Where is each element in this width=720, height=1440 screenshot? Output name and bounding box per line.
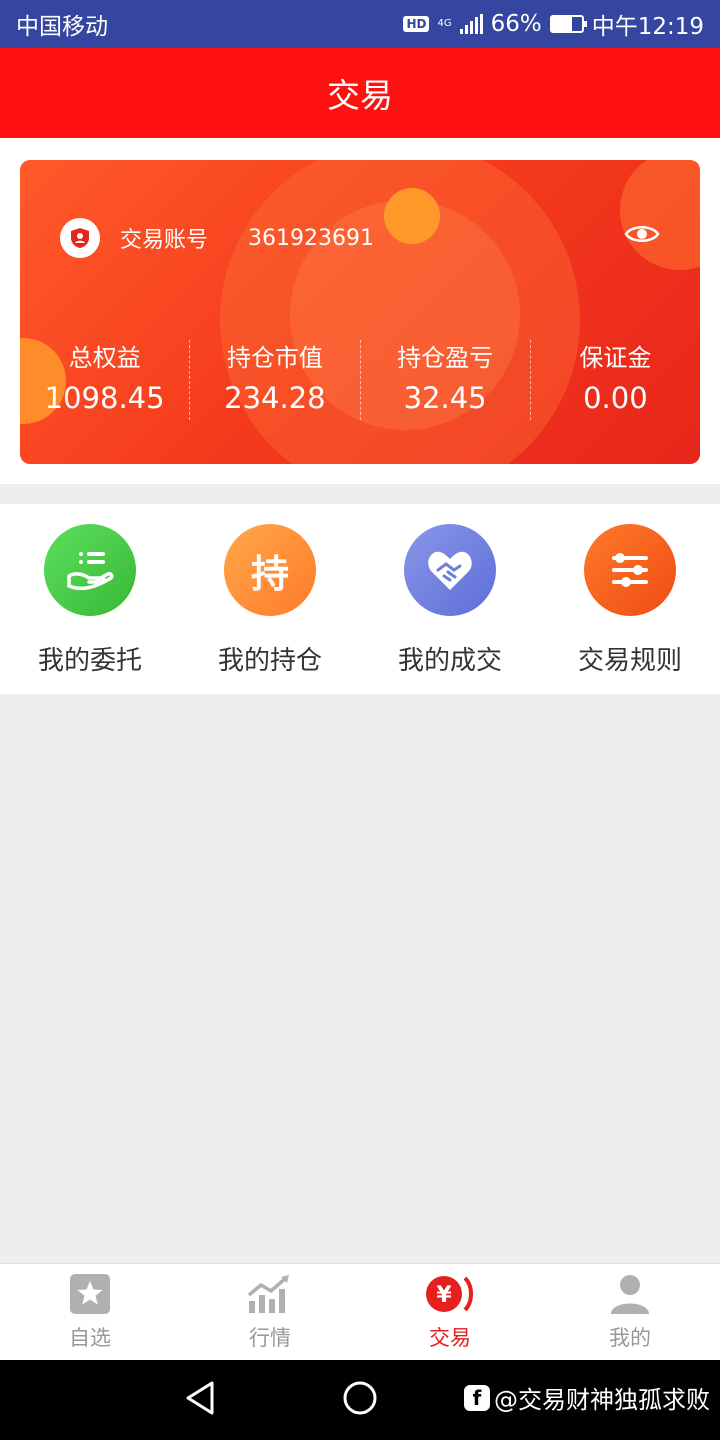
watermark-text: @交易财神独孤求败 [494, 1386, 710, 1414]
account-label: 交易账号 [120, 228, 209, 253]
account-section: 交易账号 361923691 总权益 1098.45 持仓市值 234.28 持… [0, 138, 720, 484]
star-icon [69, 1272, 111, 1316]
stat-label: 保证金 [579, 344, 652, 372]
status-icons: HD 4G 66% 中午12:19 [403, 7, 704, 41]
shortcut-my-positions[interactable]: 持 我的持仓 [180, 504, 360, 694]
stat-total-equity: 总权益 1098.45 [20, 340, 189, 420]
tab-watchlist[interactable]: 自选 [0, 1264, 180, 1360]
shortcut-grid: 我的委托 持 我的持仓 我的成交 交易规则 [0, 504, 720, 694]
title-bar: 交易 [0, 48, 720, 138]
status-bar: 中国移动 HD 4G 66% 中午12:19 [0, 0, 720, 48]
stat-value: 32.45 [403, 381, 487, 415]
back-icon[interactable] [184, 1380, 216, 1420]
shortcut-trading-rules[interactable]: 交易规则 [540, 504, 720, 694]
battery-icon [549, 15, 587, 33]
clock: 中午12:19 [591, 14, 704, 40]
tab-market[interactable]: 行情 [180, 1264, 360, 1360]
shortcut-label: 我的委托 [37, 646, 142, 676]
account-row: 交易账号 361923691 [60, 218, 374, 258]
hd-icon: HD [403, 16, 430, 32]
stat-margin: 保证金 0.00 [529, 340, 700, 420]
shortcut-label: 交易规则 [577, 646, 682, 676]
battery-percent: 66% [490, 11, 542, 37]
stat-label: 持仓盈亏 [397, 344, 494, 372]
stat-label: 总权益 [68, 344, 141, 372]
stat-position-pnl: 持仓盈亏 32.45 [359, 340, 530, 420]
hand-list-icon [44, 524, 136, 616]
carrier-label: 中国移动 [16, 14, 108, 40]
home-icon[interactable] [342, 1380, 378, 1420]
watermark: f @交易财神独孤求败 [464, 1380, 710, 1415]
stat-position-value: 持仓市值 234.28 [189, 340, 359, 420]
hold-char-icon: 持 [224, 524, 316, 616]
stat-value: 234.28 [224, 381, 326, 415]
tab-label: 交易 [429, 1326, 471, 1350]
account-card: 交易账号 361923691 总权益 1098.45 持仓市值 234.28 持… [20, 160, 700, 464]
signal-icon [459, 14, 483, 34]
user-icon [610, 1272, 650, 1316]
account-stats: 总权益 1098.45 持仓市值 234.28 持仓盈亏 32.45 保证金 0… [20, 340, 700, 420]
sliders-icon [584, 524, 676, 616]
page-title: 交易 [327, 76, 393, 115]
chart-trend-icon [247, 1272, 293, 1316]
card-decoration-circle [620, 160, 700, 270]
tab-label: 自选 [69, 1326, 111, 1350]
tab-trade[interactable]: ¥ 交易 [360, 1264, 540, 1360]
tab-mine[interactable]: 我的 [540, 1264, 720, 1360]
shortcut-label: 我的持仓 [217, 646, 322, 676]
handshake-heart-icon [404, 524, 496, 616]
shortcut-my-orders[interactable]: 我的委托 [0, 504, 180, 694]
shield-user-icon [60, 218, 100, 258]
account-number: 361923691 [248, 225, 374, 251]
card-decoration-circle [384, 188, 440, 244]
tab-label: 行情 [249, 1326, 291, 1350]
hold-char: 持 [250, 551, 289, 596]
system-nav-bar: f @交易财神独孤求败 [0, 1360, 720, 1440]
watermark-logo: f [464, 1384, 490, 1411]
stat-value: 1098.45 [44, 381, 165, 415]
shortcut-my-trades[interactable]: 我的成交 [360, 504, 540, 694]
stat-label: 持仓市值 [226, 344, 323, 372]
svg-text:¥: ¥ [436, 1283, 452, 1308]
eye-icon[interactable] [624, 222, 660, 250]
network-type-label: 4G [437, 18, 452, 29]
tab-label: 我的 [609, 1326, 651, 1350]
stat-value: 0.00 [583, 381, 648, 415]
yen-icon: ¥ [425, 1272, 475, 1316]
bottom-tab-bar: 自选 行情 ¥ 交易 我的 [0, 1263, 720, 1360]
shortcut-label: 我的成交 [397, 646, 502, 676]
